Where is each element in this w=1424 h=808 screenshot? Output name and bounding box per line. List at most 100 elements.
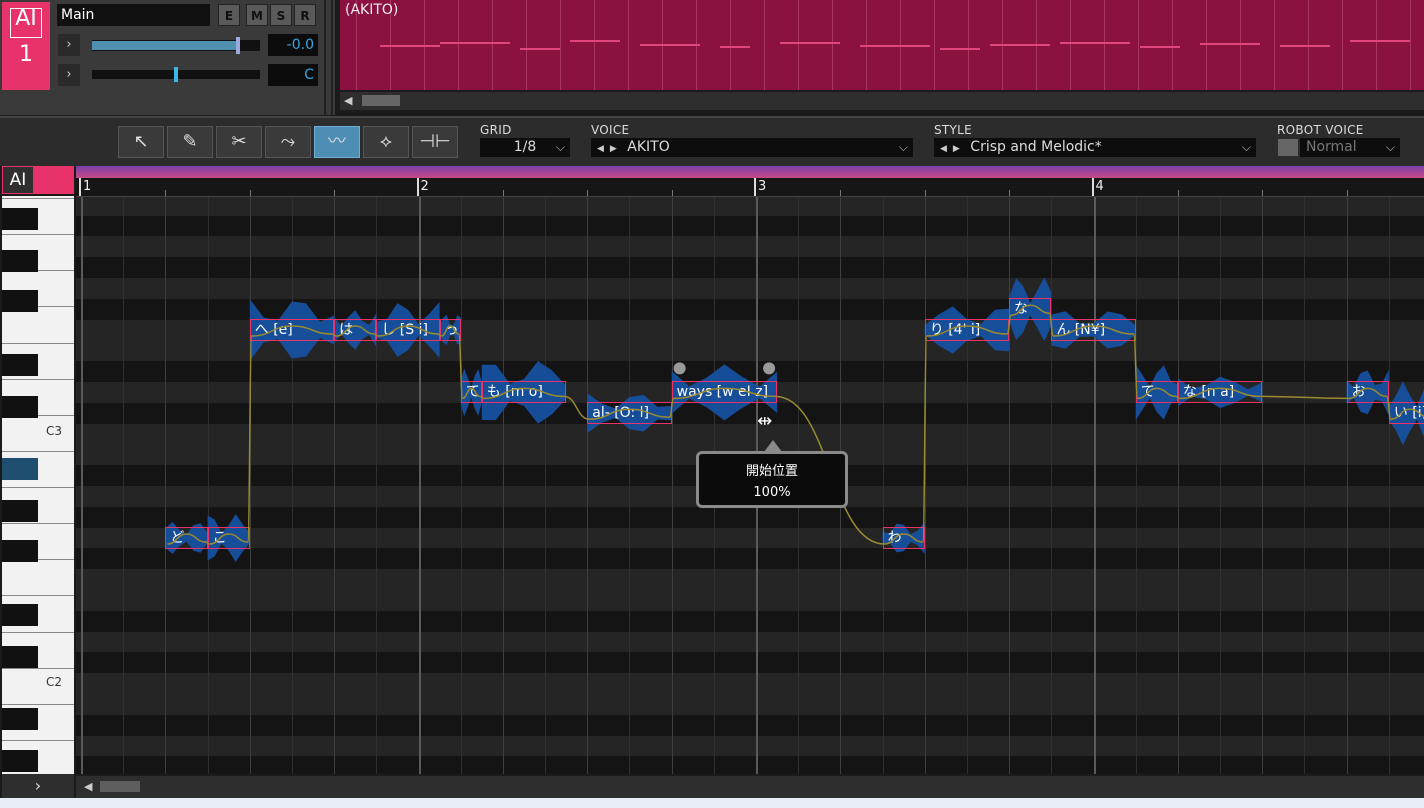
robot-voice-value: Normal (1306, 139, 1357, 155)
expand-icon[interactable]: › (2, 774, 74, 798)
ruler-band (76, 166, 1424, 178)
region-label: (AKITO) (345, 2, 399, 18)
black-key[interactable] (2, 646, 38, 668)
style-value: Crisp and Melodic* (970, 139, 1102, 155)
region-note (1200, 43, 1260, 45)
track-region[interactable]: (AKITO) (340, 0, 1424, 90)
region-note (940, 48, 980, 50)
beat-tick (840, 190, 842, 196)
roll-scrollbar[interactable]: ◀ (76, 776, 1424, 798)
bar-number: 2 (420, 179, 429, 194)
region-note (990, 44, 1050, 46)
bar-number: 1 (83, 179, 92, 194)
record-button[interactable]: R (294, 4, 316, 26)
white-key-edge (2, 342, 74, 344)
arrow-left-icon[interactable]: ◀ (597, 144, 604, 154)
region-gridline (1342, 0, 1343, 90)
grid-select[interactable]: 1/8 ⌵ (480, 138, 570, 157)
black-key[interactable] (2, 604, 38, 626)
white-key-edge (2, 739, 74, 741)
arrow-tool-icon[interactable]: ↖ (118, 126, 164, 158)
vibrato-handle[interactable] (763, 362, 776, 375)
piano-keyboard[interactable]: C3 C2 (2, 196, 74, 774)
black-key[interactable] (2, 750, 38, 772)
ai-logo: AI (2, 166, 34, 194)
voice-select[interactable]: ◀ ▶ AKITO ⌵ (591, 138, 913, 157)
black-key[interactable] (2, 500, 38, 522)
scrollbar-thumb[interactable] (362, 95, 400, 106)
robot-voice-label: ROBOT VOICE (1277, 123, 1364, 137)
roll-header-accent (34, 166, 74, 194)
volume-slider[interactable] (92, 37, 260, 54)
tooltip-title: 開始位置 (745, 464, 798, 479)
chevron-down-icon: ⌵ (898, 140, 908, 154)
black-key[interactable] (2, 540, 38, 562)
grid-value: 1/8 (513, 139, 537, 155)
region-note (380, 45, 440, 47)
arrow-right-icon[interactable]: ▶ (953, 144, 960, 154)
black-key[interactable] (2, 354, 38, 376)
scrollbar-thumb[interactable] (100, 781, 140, 792)
black-key[interactable] (2, 708, 38, 730)
track-scrollbar[interactable]: ◀ (340, 92, 1424, 110)
track-header: AI 1 Main E M S R › -0.0 › C (0, 0, 335, 115)
vibrato-handle[interactable] (673, 362, 686, 375)
black-key[interactable] (2, 208, 38, 230)
white-key-edge (2, 631, 74, 633)
edit-button[interactable]: E (218, 4, 240, 26)
mute-button[interactable]: M (246, 4, 268, 26)
vibrato-tool-icon[interactable]: 〰 (314, 126, 360, 158)
beat-tick (165, 190, 167, 196)
black-key[interactable] (2, 290, 38, 312)
volume-value[interactable]: -0.0 (268, 34, 318, 56)
region-note (640, 44, 700, 46)
chevron-right-icon[interactable]: › (58, 64, 80, 86)
arrow-left-icon[interactable]: ◀ (940, 144, 947, 154)
pan-value[interactable]: C (268, 64, 318, 86)
region-note (440, 42, 510, 44)
solo-button[interactable]: S (270, 4, 292, 26)
chevron-right-icon[interactable]: › (58, 34, 80, 56)
robot-voice-select[interactable]: Normal ⌵ (1300, 138, 1400, 157)
style-label: STYLE (934, 123, 973, 137)
pan-handle[interactable] (174, 67, 178, 82)
style-select[interactable]: ◀ ▶ Crisp and Melodic* ⌵ (934, 138, 1256, 157)
voice-value: AKITO (627, 139, 670, 155)
region-gridline (526, 0, 527, 90)
white-key-edge (2, 487, 74, 488)
black-key[interactable] (2, 396, 38, 418)
dynamics-tool-icon[interactable]: ⟡ (363, 126, 409, 158)
region-note (1280, 45, 1330, 47)
scroll-left-icon[interactable]: ◀ (344, 92, 352, 110)
track-name-field[interactable]: Main (57, 4, 210, 26)
region-gridline (730, 0, 731, 90)
pitch-tool-icon[interactable]: ⤳ (265, 126, 311, 158)
black-key[interactable] (2, 458, 38, 480)
beat-tick (924, 190, 926, 196)
editor-toolbar: ↖ ✎ ✂ ⤳ 〰 ⟡ ⊣⊢ GRID 1/8 ⌵ VOICE ◀ ▶ AKITO ⌵ STY… (0, 116, 1424, 166)
beat-tick (502, 190, 504, 196)
volume-handle[interactable] (236, 37, 241, 54)
robot-voice-toggle[interactable] (1278, 139, 1298, 156)
c2-label: C2 (46, 675, 63, 689)
region-gridline (764, 0, 765, 90)
white-key-edge (2, 595, 74, 597)
track-badge[interactable]: AI 1 (2, 2, 50, 90)
chevron-down-icon: ⌵ (1241, 140, 1251, 154)
pencil-tool-icon[interactable]: ✎ (167, 126, 213, 158)
volume-fill (92, 41, 239, 50)
black-key[interactable] (2, 250, 38, 272)
beat-tick (1177, 190, 1179, 196)
bar-ruler[interactable]: 1 2 3 4 (76, 178, 1424, 197)
arrow-right-icon[interactable]: ▶ (610, 144, 617, 154)
scissors-tool-icon[interactable]: ✂ (216, 126, 262, 158)
divider (331, 0, 333, 115)
bar-tick (79, 178, 81, 196)
region-gridline (1104, 0, 1105, 90)
pitch-curve[interactable] (167, 304, 1424, 545)
timing-tool-icon[interactable]: ⊣⊢ (412, 126, 458, 158)
beat-tick (587, 190, 589, 196)
pan-slider[interactable] (92, 67, 260, 82)
tooltip-value: 100% (753, 485, 791, 500)
scroll-left-icon[interactable]: ◀ (84, 776, 92, 798)
